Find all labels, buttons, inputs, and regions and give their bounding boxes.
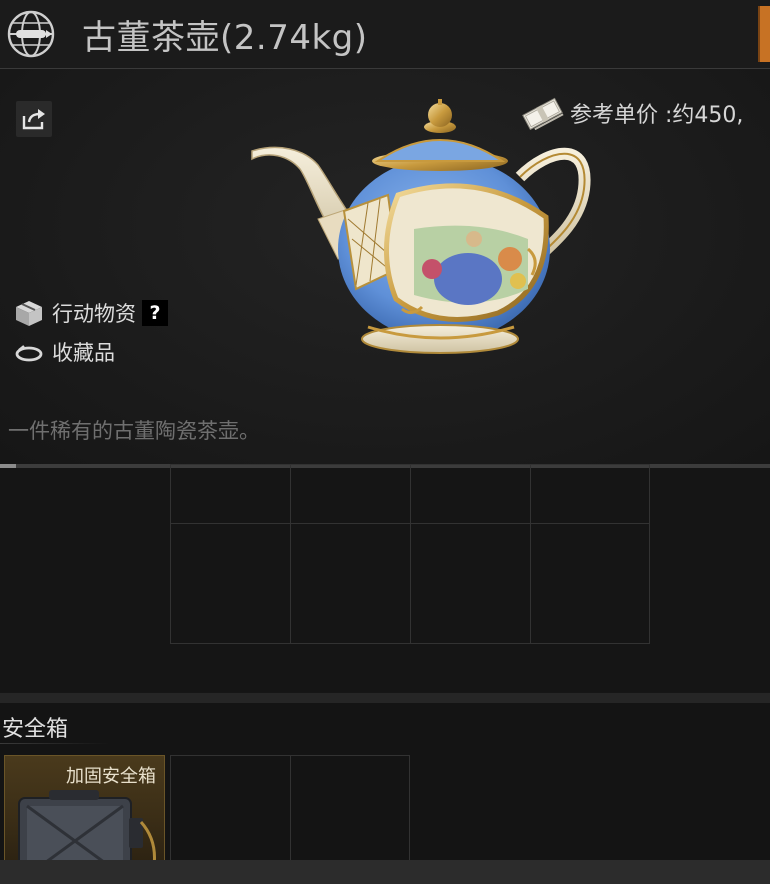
item-detail-panel: 参考单价 :约450, 行动物资 ? 收藏品 一件稀有的古董陶瓷茶壶。 [0,69,770,464]
inventory-cell[interactable] [410,464,531,524]
box-icon [16,301,42,326]
globe-icon [7,10,55,58]
safe-case-image [18,790,156,864]
share-icon [22,109,45,130]
inventory-cell[interactable] [290,523,411,644]
tag-action-supplies: 行动物资 ? [14,298,168,328]
item-title: 古董茶壶(2.74kg) [82,18,368,58]
inventory-cell[interactable] [530,464,650,524]
side-tab[interactable] [758,6,770,62]
price-label: 参考单价 :约450, [570,103,744,128]
item-header: 古董茶壶(2.74kg) [0,0,770,69]
teapot-image [251,99,591,354]
inventory-cell[interactable] [290,464,411,524]
section-separator [0,693,770,703]
bottom-bar [0,860,770,884]
item-description: 一件稀有的古董陶瓷茶壶。 [8,419,260,443]
help-button[interactable]: ? [142,300,168,326]
tag-collectible: 收藏品 [14,337,115,367]
inventory-cell[interactable] [530,523,650,644]
title-underline [0,743,110,744]
tag-label: 收藏品 [52,341,115,365]
inventory-cell[interactable] [170,464,291,524]
section-title: 安全箱 [2,717,69,742]
equipped-safe-box[interactable]: 加固安全箱 [4,755,165,865]
safe-box-section: 安全箱 加固安全箱 [0,703,770,865]
ring-icon [15,345,43,362]
safe-box-slot[interactable] [170,755,291,865]
inventory-cell[interactable] [410,523,531,644]
safe-box-slot[interactable] [290,755,410,865]
inventory-grid [0,464,770,692]
inventory-cell[interactable] [170,523,291,644]
share-button[interactable] [16,101,52,137]
tag-label: 行动物资 [52,302,136,326]
